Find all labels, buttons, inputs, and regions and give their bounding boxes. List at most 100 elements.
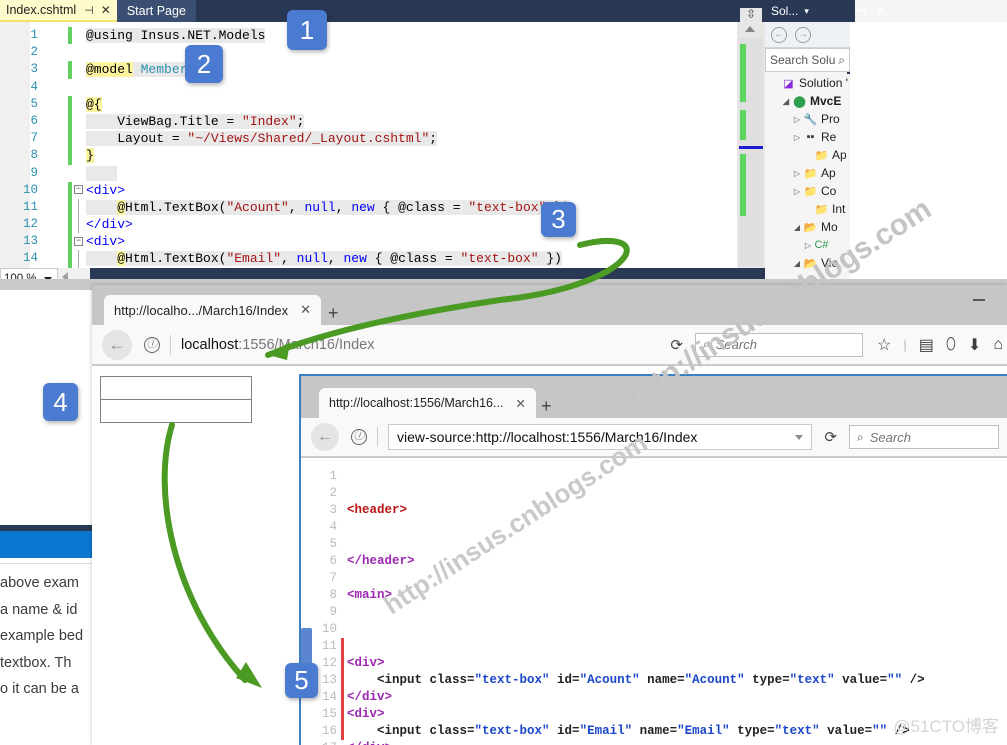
line-number: 9	[30, 165, 38, 180]
code-text: Layout = "~/Views/Shared/_Layout.cshtml"…	[86, 130, 438, 147]
tab-start-page[interactable]: Start Page	[116, 0, 196, 22]
tree-expander-icon[interactable]: ▷	[791, 115, 803, 124]
collapse-toggle-icon[interactable]: −	[74, 185, 83, 195]
change-indicator	[68, 27, 72, 45]
scroll-up-arrow[interactable]	[745, 26, 755, 32]
source-token: name=	[632, 724, 678, 738]
back-icon[interactable]: ←	[771, 27, 787, 43]
solution-tree-item[interactable]: ◢ ⬤ MvcE	[765, 92, 850, 110]
divider: |	[903, 337, 907, 352]
pin-icon[interactable]: ⊣	[855, 3, 866, 19]
line-number: 11	[22, 199, 38, 214]
code-text: <div>	[86, 182, 125, 199]
close-icon[interactable]: ✕	[515, 396, 525, 411]
rendered-input-email[interactable]	[100, 399, 252, 423]
change-indicator	[68, 147, 72, 165]
source-line: 3 <header>	[301, 502, 1007, 519]
back-button[interactable]: ←	[311, 423, 339, 451]
code-line: 7 Layout = "~/Views/Shared/_Layout.cshtm…	[0, 130, 737, 148]
source-text: </div>	[347, 689, 392, 706]
source-line: 4	[301, 519, 1007, 536]
address-bar[interactable]: localhost:1556/March16/Index	[181, 337, 374, 353]
solution-tree-item[interactable]: ◢ 📂 Mo	[765, 218, 850, 236]
close-icon[interactable]: ✕	[300, 302, 311, 318]
chevron-down-icon[interactable]: ▾	[804, 6, 809, 17]
code-token: Layout =	[86, 131, 188, 147]
tree-expander-icon[interactable]: ◢	[780, 97, 792, 106]
site-identity-icon[interactable]: ⓘ	[144, 336, 160, 353]
solution-tree-item[interactable]: ◪ Solution '	[765, 74, 850, 92]
source-token: "Email"	[579, 724, 633, 738]
viewsource-navigation-bar: ← ⓘ view-source:http://localhost:1556/Ma…	[301, 418, 1007, 457]
code-text: }	[86, 147, 94, 164]
source-highlight-bar	[341, 638, 344, 740]
code-token: ViewBag.Title =	[86, 113, 243, 129]
search-input[interactable]: ⌕ Search	[849, 425, 999, 449]
browser-toolbar-icons: ☆ | ▤ ⬯ ⬇ ⌂	[877, 335, 1003, 355]
solution-tree-item[interactable]: ▷ 📁 Co	[765, 182, 850, 200]
code-token: null	[296, 251, 328, 267]
line-number: 12	[22, 217, 38, 232]
code-line: 10 − <div>	[0, 181, 737, 199]
solution-explorer-title-label: Sol...	[771, 4, 799, 18]
download-icon[interactable]: ⬇	[968, 335, 981, 355]
source-token: "Acount"	[579, 673, 640, 687]
search-icon[interactable]: ⌕	[838, 53, 845, 68]
tree-expander-icon[interactable]: ◢	[791, 223, 803, 232]
tree-expander-icon[interactable]: ▷	[791, 187, 803, 196]
tree-item-label: Ap	[832, 148, 847, 162]
source-token: />	[902, 673, 925, 687]
viewsource-tab[interactable]: http://localhost:1556/March16... ✕	[319, 388, 536, 418]
forward-icon[interactable]: →	[795, 27, 811, 43]
close-icon[interactable]: ✕	[875, 3, 886, 19]
browser-tab[interactable]: http://localho.../March16/Index ✕	[104, 295, 322, 325]
tree-expander-icon[interactable]: ▷	[791, 169, 803, 178]
code-token: null	[304, 199, 336, 215]
source-token: <header>	[347, 503, 408, 517]
new-tab-button[interactable]: +	[328, 303, 339, 324]
chevron-down-icon[interactable]	[795, 435, 804, 440]
code-token: @	[117, 199, 126, 215]
code-token: ,	[281, 251, 297, 267]
solution-search-input[interactable]: Search Solu ⌕	[765, 48, 850, 72]
solution-tree-item[interactable]: ▷ ▪▪ Re	[765, 128, 850, 146]
line-number: 2	[30, 45, 38, 60]
code-token: new	[351, 199, 375, 215]
tree-expander-icon[interactable]: ◢	[791, 259, 803, 268]
source-line: 13 <input class="text-box" id="Acount" n…	[301, 672, 1007, 689]
new-tab-button[interactable]: +	[541, 396, 552, 417]
address-bar[interactable]: view-source:http://localhost:1556/March1…	[388, 424, 813, 450]
line-number: 13	[22, 234, 38, 249]
split-view-icon[interactable]: ⇳	[740, 8, 762, 22]
tree-expander-icon[interactable]: ▷	[791, 133, 803, 142]
code-token: Member	[140, 62, 188, 78]
site-identity-icon[interactable]: ⓘ	[351, 429, 367, 445]
editor-vertical-scrollbar[interactable]: ⇳	[737, 8, 765, 268]
back-button[interactable]: ←	[102, 329, 132, 360]
close-icon[interactable]: ✕	[101, 3, 111, 17]
tab-index-cshtml[interactable]: Index.cshtml ⊣ ✕	[0, 0, 117, 22]
star-icon[interactable]: ☆	[877, 335, 891, 355]
source-text: </div>	[347, 740, 392, 745]
source-line: 5	[301, 536, 1007, 553]
source-scroll-thumb[interactable]	[301, 628, 312, 664]
line-number: 6	[30, 113, 38, 128]
pocket-icon[interactable]: ⬯	[946, 336, 956, 354]
pin-icon[interactable]: ⊣	[84, 4, 94, 17]
source-token: </header>	[347, 554, 415, 568]
collapse-toggle-icon[interactable]: −	[74, 236, 83, 246]
source-line-number: 8	[329, 588, 337, 602]
solution-tree-item[interactable]: 📁 Ap	[765, 146, 850, 164]
minimize-button[interactable]	[973, 299, 985, 301]
code-editor[interactable]: 1 @using Insus.NET.Models 2 3 @model Member 4…	[0, 22, 737, 268]
source-token: "text-box"	[474, 724, 550, 738]
tree-expander-icon[interactable]: ▷	[802, 241, 814, 250]
reader-icon[interactable]: ▤	[919, 335, 934, 355]
solution-tree-item[interactable]: 📁 Int	[765, 200, 850, 218]
rendered-input-acount[interactable]	[100, 376, 252, 400]
reload-icon[interactable]: ⟳	[824, 428, 837, 446]
home-icon[interactable]: ⌂	[993, 336, 1003, 354]
code-line: 1 @using Insus.NET.Models	[0, 27, 737, 45]
solution-tree-item[interactable]: ▷ 📁 Ap	[765, 164, 850, 182]
solution-tree-item[interactable]: ▷ 🔧 Pro	[765, 110, 850, 128]
